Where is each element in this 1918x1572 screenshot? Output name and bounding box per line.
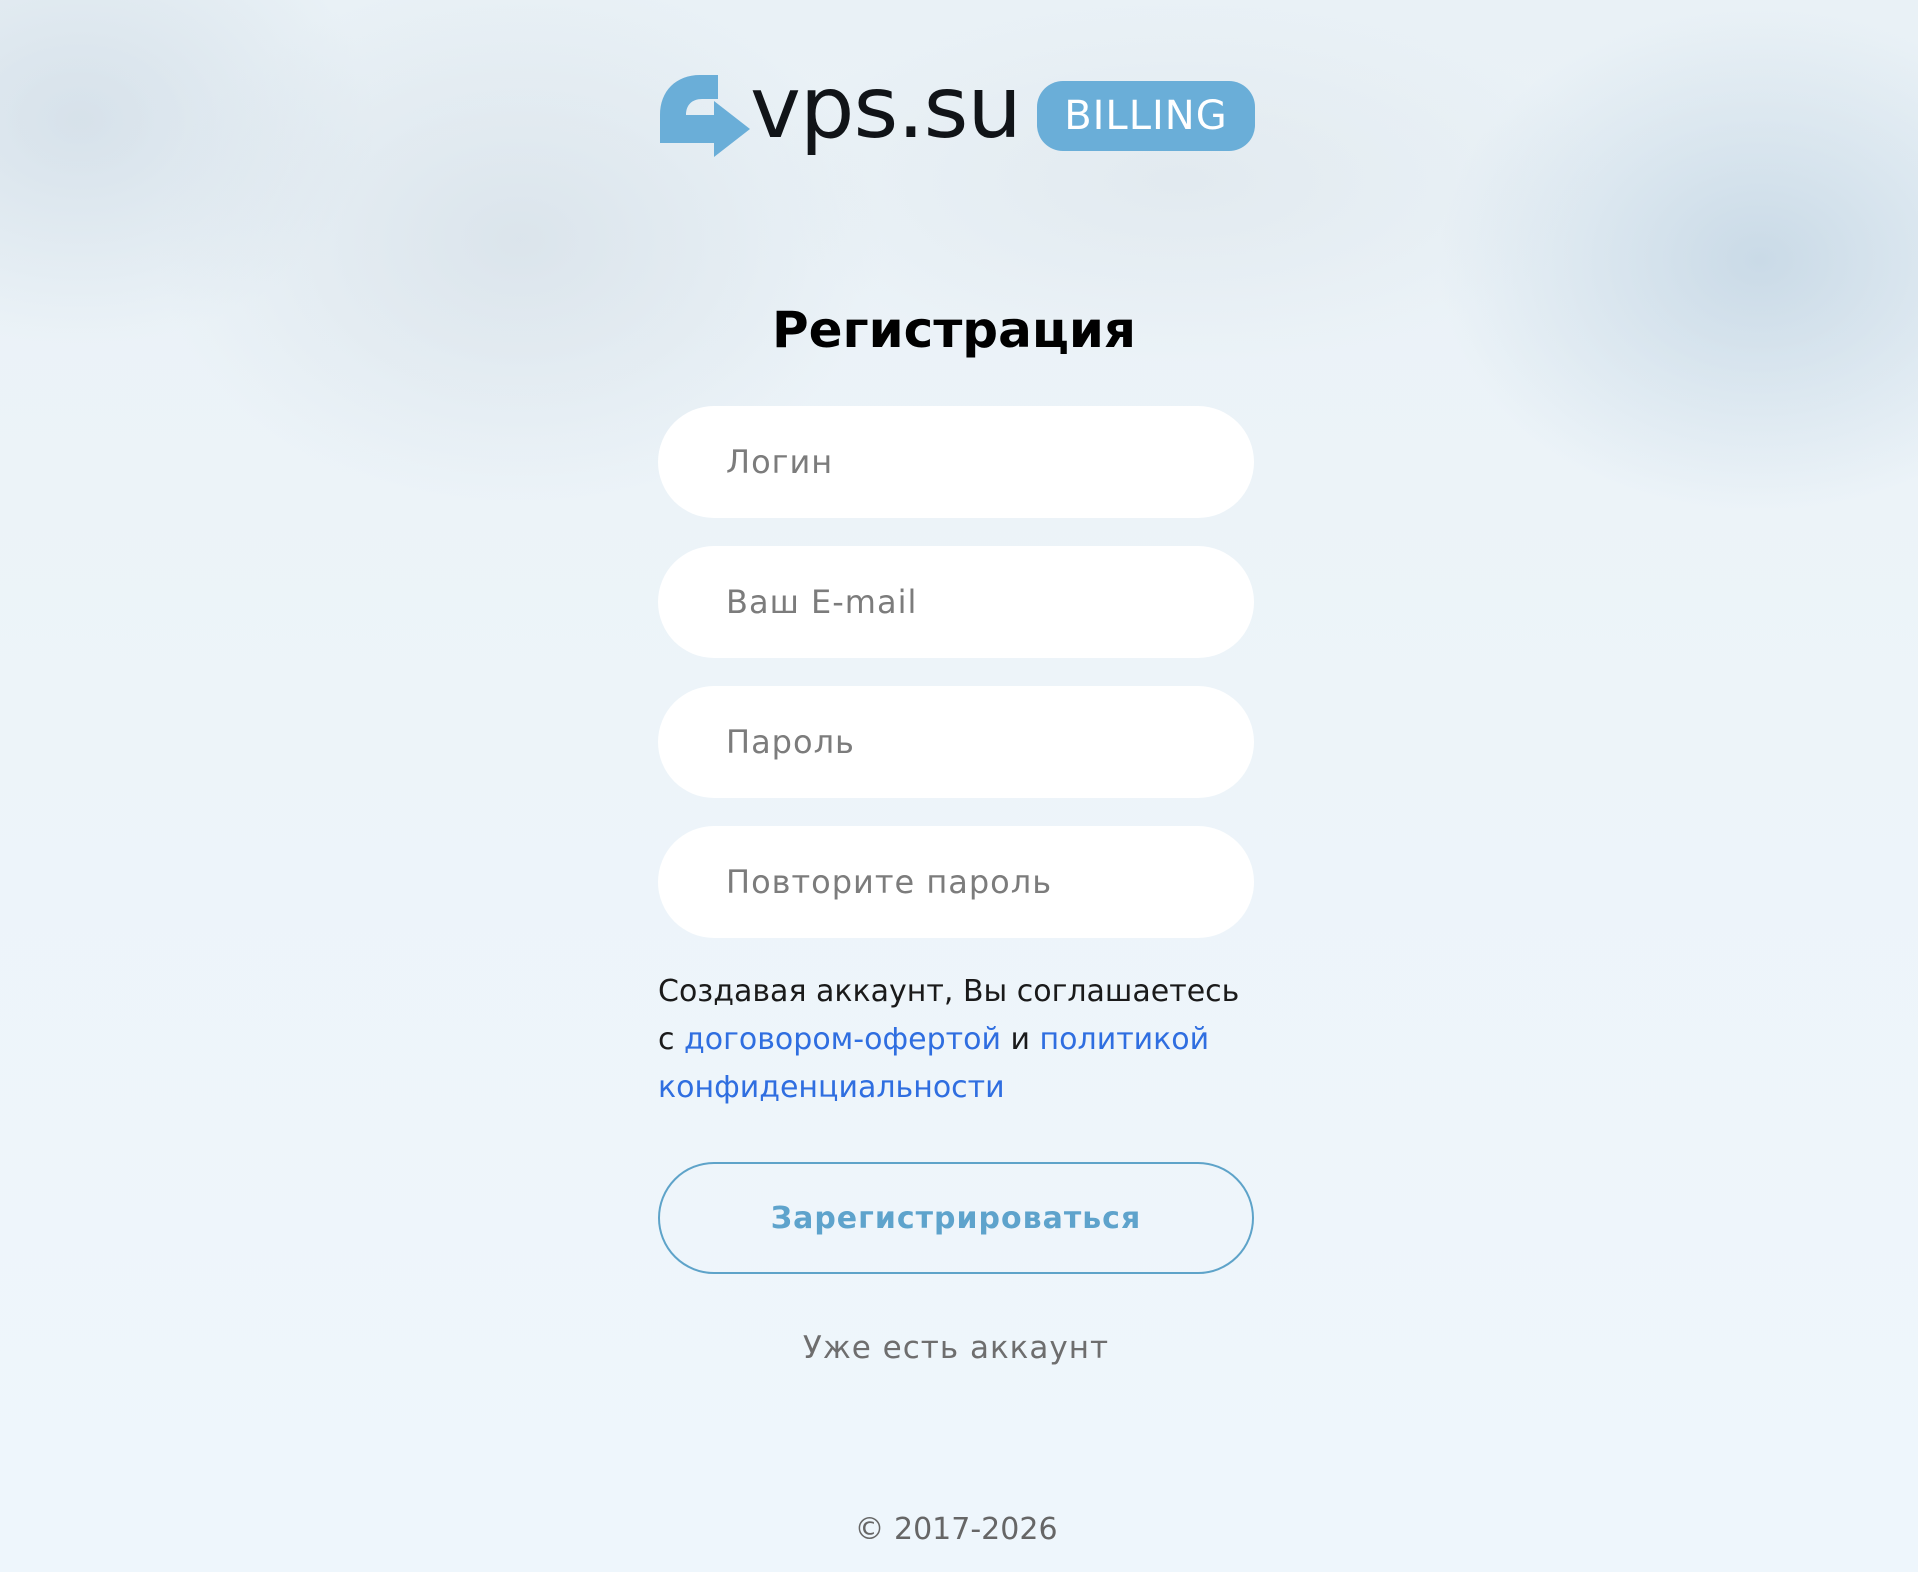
password-input[interactable] bbox=[658, 686, 1254, 798]
page-title: Регистрация bbox=[771, 301, 1137, 359]
arrow-logo-icon bbox=[660, 75, 750, 157]
email-input[interactable] bbox=[658, 546, 1254, 658]
copyright: © 2017-2026 bbox=[854, 1512, 1058, 1547]
repeat-password-input[interactable] bbox=[658, 826, 1254, 938]
already-have-account-link[interactable]: Уже есть аккаунт bbox=[658, 1326, 1254, 1370]
login-input[interactable] bbox=[658, 406, 1254, 518]
offer-link[interactable]: договором-офертой bbox=[684, 1022, 1001, 1057]
agreement-conjunction: и bbox=[1000, 1022, 1040, 1057]
register-button[interactable]: Зарегистрироваться bbox=[658, 1162, 1254, 1274]
site-logo[interactable]: vps.su BILLING bbox=[656, 65, 1255, 162]
agreement-text: Создавая аккаунт, Вы соглашаетесь с дого… bbox=[658, 968, 1258, 1112]
billing-badge: BILLING bbox=[1036, 81, 1255, 151]
logo-text: vps.su bbox=[750, 58, 1022, 158]
